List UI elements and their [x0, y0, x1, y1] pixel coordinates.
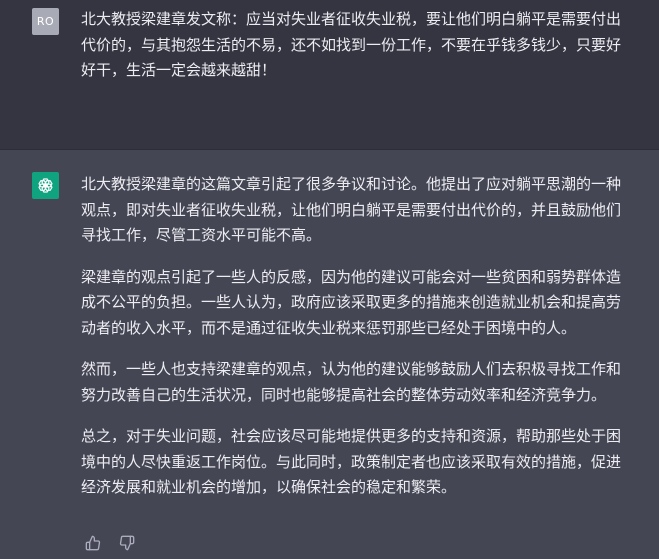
user-message-row: RO 北大教授梁建章发文称：应当对失业者征收失业税，要让他们明白躺平是需要付出代… [0, 0, 659, 150]
conversation: RO 北大教授梁建章发文称：应当对失业者征收失业税，要让他们明白躺平是需要付出代… [0, 0, 659, 559]
feedback-buttons [84, 534, 136, 552]
assistant-paragraph: 然而，一些人也支持梁建章的观点，认为他的建议能够鼓励人们去积极寻找工作和努力改善… [81, 360, 622, 404]
openai-logo-icon [32, 172, 59, 199]
thumbs-down-icon [119, 535, 135, 551]
user-avatar: RO [32, 8, 59, 35]
assistant-paragraph: 总之，对于失业问题，社会应该尽可能地提供更多的支持和资源，帮助那些处于困境中的人… [81, 427, 622, 496]
assistant-message-row: 北大教授梁建章的这篇文章引起了很多争议和讨论。他提出了应对躺平思潮的一种观点，即… [0, 150, 659, 559]
assistant-paragraph: 梁建章的观点引起了一些人的反感，因为他的建议可能会对一些贫困和弱势群体造成不公平… [81, 267, 622, 337]
thumbs-up-button[interactable] [84, 534, 102, 552]
thumbs-down-button[interactable] [118, 534, 136, 552]
thumbs-up-icon [85, 535, 101, 551]
assistant-message-text: 北大教授梁建章的这篇文章引起了很多争议和讨论。他提出了应对躺平思潮的一种观点，即… [81, 172, 627, 517]
assistant-paragraph: 北大教授梁建章的这篇文章引起了很多争议和讨论。他提出了应对躺平思潮的一种观点，即… [81, 175, 622, 244]
user-message-text: 北大教授梁建章发文称：应当对失业者征收失业税，要让他们明白躺平是需要付出代价的，… [81, 10, 622, 79]
